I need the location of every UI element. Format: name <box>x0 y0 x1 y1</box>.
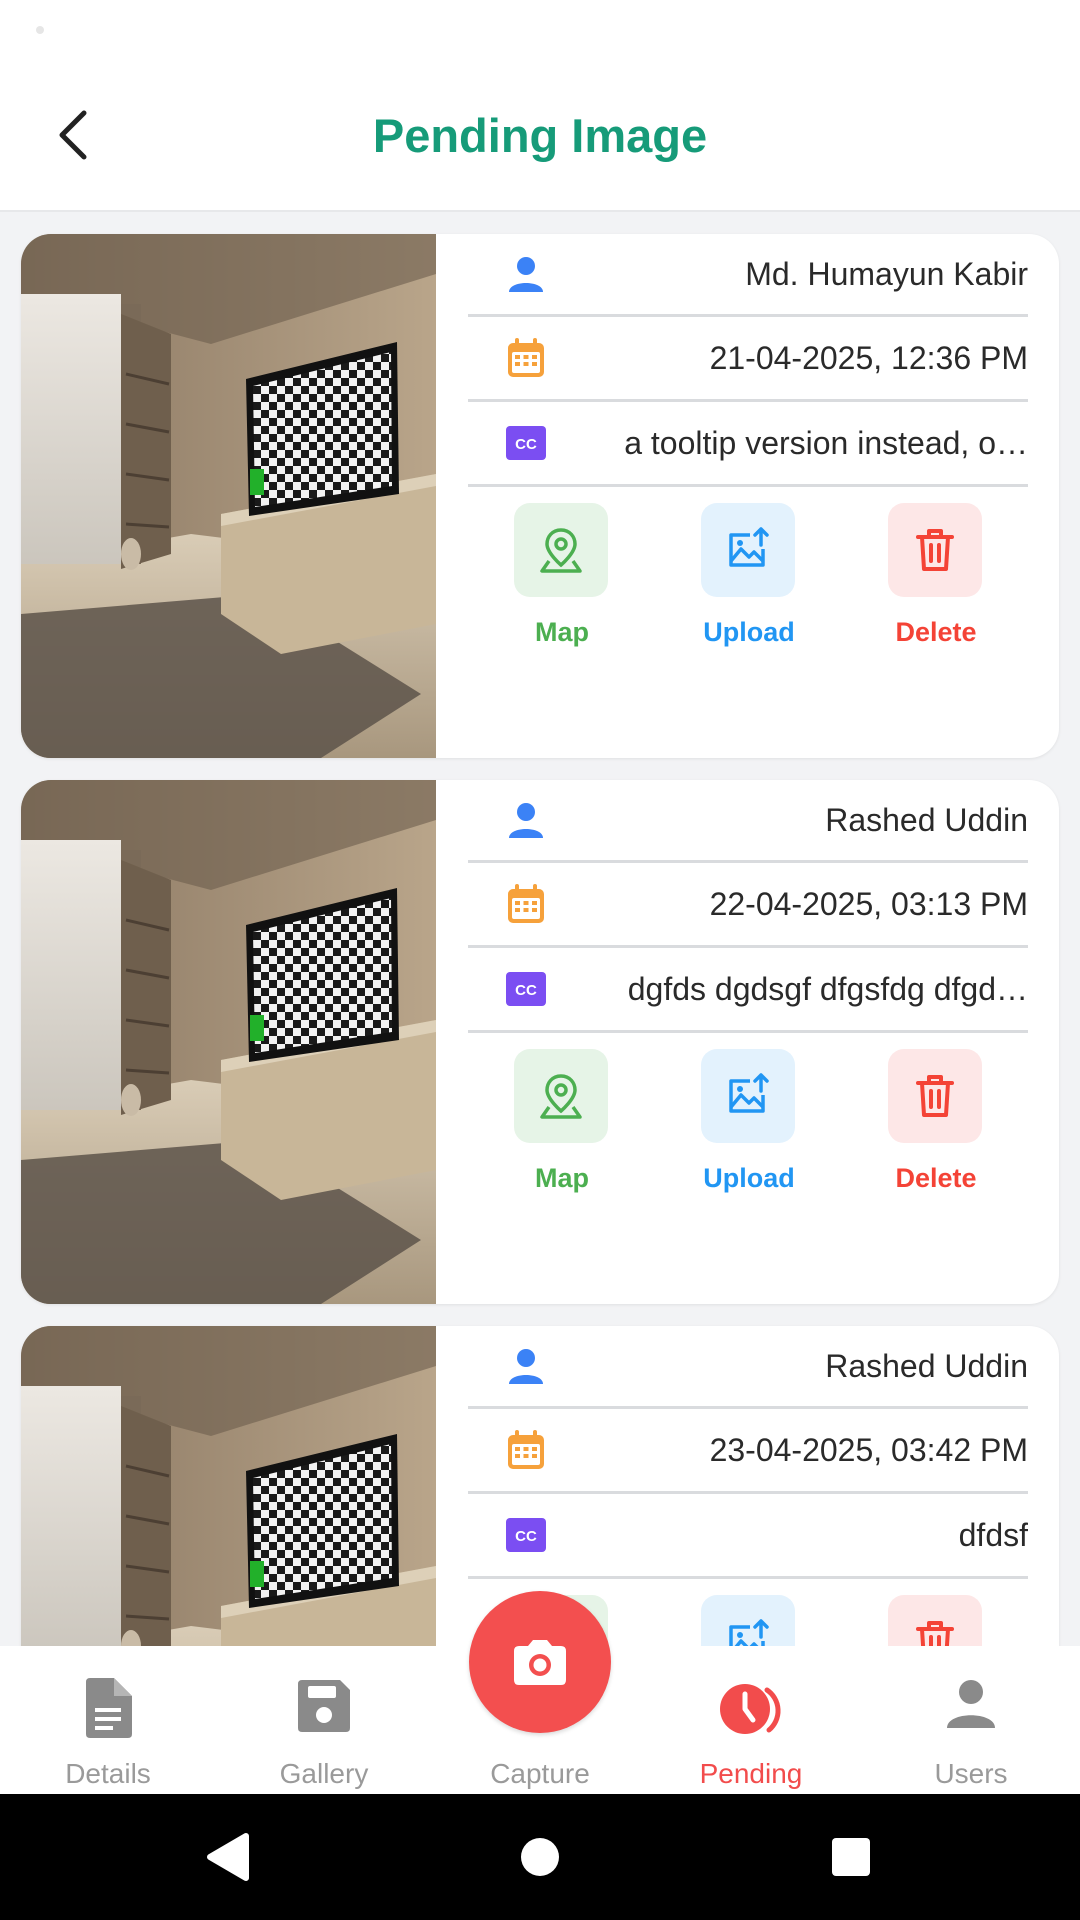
caption-row: CC dgfds dgdsgf dfgsfdg dfgd… <box>468 948 1028 1033</box>
triangle-back-icon <box>207 1833 249 1881</box>
map-button[interactable]: Map <box>514 503 610 648</box>
date-row: 21-04-2025, 12:36 PM <box>468 317 1028 402</box>
image-thumbnail[interactable] <box>21 234 436 758</box>
image-upload-icon <box>729 1073 769 1113</box>
caption-text: dgfds dgdsgf dfgsfdg dfgd… <box>627 970 1028 1007</box>
upload-label: Upload <box>703 1163 795 1193</box>
date-row: 22-04-2025, 03:13 PM <box>468 863 1028 948</box>
capture-button[interactable] <box>469 1591 611 1733</box>
pending-image-list[interactable]: Md. Humayun Kabir 21-04-2025, 12:36 PM C… <box>0 212 1080 1646</box>
delete-button[interactable]: Delete <box>888 1049 984 1194</box>
card-actions: Map Upload Delete <box>468 487 1028 647</box>
caption-row: CC dfdsf <box>468 1494 1028 1579</box>
page-title: Pending Image <box>372 109 708 162</box>
map-label: Map <box>535 1163 589 1193</box>
system-navigation-bar <box>0 1794 1080 1920</box>
circle-home-icon <box>521 1838 559 1876</box>
image-upload-icon <box>729 1619 769 1646</box>
nav-item-pending[interactable]: Pending <box>651 1646 851 1794</box>
map-pin-icon <box>540 1074 582 1119</box>
image-thumbnail[interactable] <box>21 1326 436 1646</box>
delete-label: Delete <box>895 1163 977 1193</box>
nav-label-capture: Capture <box>490 1758 590 1789</box>
system-recents-button[interactable] <box>818 1824 884 1890</box>
person-icon <box>504 798 548 842</box>
upload-button[interactable]: Upload <box>701 1595 797 1646</box>
trash-icon <box>916 1621 954 1646</box>
caption-text: a tooltip version instead, o… <box>624 424 1028 461</box>
status-indicator <box>36 26 44 34</box>
person-icon <box>504 1344 548 1388</box>
calendar-icon <box>504 336 548 380</box>
nav-label-users: Users <box>934 1758 1008 1789</box>
trash-icon <box>916 1075 954 1117</box>
pending-clock-icon <box>720 1684 781 1734</box>
camera-icon <box>514 1640 566 1685</box>
pending-image-card: Rashed Uddin 22-04-2025, 03:13 PM CC dgf… <box>21 780 1059 1304</box>
nav-item-gallery[interactable]: Gallery <box>224 1646 424 1794</box>
system-home-button[interactable] <box>507 1824 573 1890</box>
map-pin-icon <box>540 528 582 573</box>
user-row: Rashed Uddin <box>468 780 1028 863</box>
capture-datetime: 21-04-2025, 12:36 PM <box>709 339 1028 376</box>
upload-button[interactable]: Upload <box>701 503 797 648</box>
nav-label-pending: Pending <box>699 1758 803 1789</box>
delete-button[interactable]: Delete <box>888 1595 984 1646</box>
user-row: Md. Humayun Kabir <box>468 234 1028 317</box>
user-name: Rashed Uddin <box>825 1347 1028 1384</box>
user-name: Rashed Uddin <box>825 801 1028 838</box>
upload-label: Upload <box>703 617 795 647</box>
image-thumbnail[interactable] <box>21 780 436 1304</box>
map-label: Map <box>535 617 589 647</box>
svg-text:CC: CC <box>515 1528 537 1545</box>
svg-text:CC: CC <box>515 436 537 453</box>
system-back-button[interactable] <box>194 1824 260 1890</box>
user-name: Md. Humayun Kabir <box>745 255 1028 292</box>
closed-caption-icon: CC <box>504 421 548 465</box>
trash-icon <box>916 529 954 571</box>
card-actions: Map Upload Delete <box>468 1033 1028 1193</box>
calendar-icon <box>504 882 548 926</box>
image-upload-icon <box>729 527 769 567</box>
caption-text: dfdsf <box>958 1516 1028 1553</box>
delete-button[interactable]: Delete <box>888 503 984 648</box>
nav-item-users[interactable]: Users <box>871 1646 1071 1794</box>
user-row: Rashed Uddin <box>468 1326 1028 1409</box>
nav-label-gallery: Gallery <box>279 1758 369 1789</box>
status-bar <box>0 0 1080 60</box>
delete-label: Delete <box>895 617 977 647</box>
caption-row: CC a tooltip version instead, o… <box>468 402 1028 487</box>
person-icon <box>504 252 548 296</box>
user-icon <box>947 1680 995 1728</box>
closed-caption-icon: CC <box>504 1513 548 1557</box>
upload-button[interactable]: Upload <box>701 1049 797 1194</box>
map-button[interactable]: Map <box>514 1049 610 1194</box>
nav-label-details: Details <box>65 1758 151 1789</box>
nav-item-details[interactable]: Details <box>8 1646 208 1794</box>
capture-datetime: 23-04-2025, 03:42 PM <box>709 1431 1028 1468</box>
capture-datetime: 22-04-2025, 03:13 PM <box>709 885 1028 922</box>
date-row: 23-04-2025, 03:42 PM <box>468 1409 1028 1494</box>
closed-caption-icon: CC <box>504 967 548 1011</box>
card-details: Md. Humayun Kabir 21-04-2025, 12:36 PM C… <box>468 234 1028 647</box>
card-details: Rashed Uddin 22-04-2025, 03:13 PM CC dgf… <box>468 780 1028 1193</box>
document-icon <box>86 1678 132 1738</box>
save-icon <box>298 1680 350 1732</box>
svg-text:CC: CC <box>515 982 537 999</box>
pending-image-card: Md. Humayun Kabir 21-04-2025, 12:36 PM C… <box>21 234 1059 758</box>
square-recents-icon <box>832 1838 870 1876</box>
app-bar: Pending Image <box>0 60 1080 212</box>
calendar-icon <box>504 1428 548 1472</box>
